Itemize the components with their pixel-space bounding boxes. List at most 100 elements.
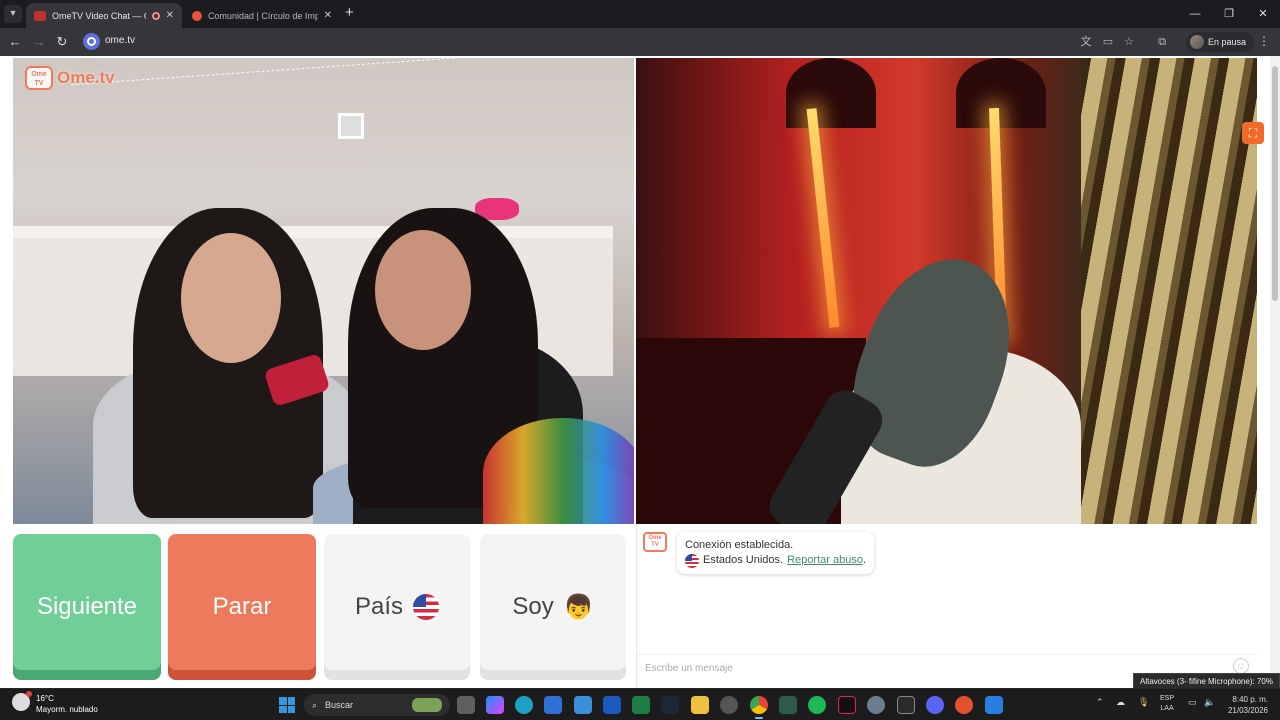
weather-desc: Mayorm. nublado bbox=[36, 705, 98, 714]
photos-icon[interactable] bbox=[574, 696, 592, 714]
ometv-avatar-icon: Ome TV bbox=[643, 532, 667, 552]
neon-light bbox=[806, 108, 840, 328]
tab-comunidad[interactable]: Comunidad | Círculo de Import ✕ bbox=[184, 3, 340, 28]
more-options-icon[interactable]: ⋮ bbox=[1258, 34, 1270, 48]
onedrive-icon[interactable]: ☁ bbox=[1116, 697, 1125, 708]
copilot-icon[interactable] bbox=[486, 696, 504, 714]
ometv-logo-icon: Ome TV bbox=[25, 66, 53, 90]
us-flag-icon bbox=[685, 553, 699, 568]
lang-top: ESP bbox=[1160, 695, 1175, 702]
tab-search-icon[interactable]: ▾ bbox=[4, 5, 22, 23]
person-right-face bbox=[375, 230, 471, 350]
stop-button[interactable]: Parar bbox=[168, 534, 316, 680]
taskbar: 16°C Mayorm. nublado ⌕ Buscar ⌃ ☁ 🎙 ESP … bbox=[0, 688, 1280, 720]
site-info-icon[interactable] bbox=[83, 33, 100, 50]
scrollbar[interactable] bbox=[1270, 56, 1280, 688]
restore-icon[interactable]: ❐ bbox=[1212, 0, 1246, 28]
forward-arrow-icon[interactable]: → bbox=[30, 33, 48, 51]
stranger-video: Ome TV Ome.tv bbox=[13, 58, 634, 524]
reload-icon[interactable]: ↻ bbox=[53, 33, 71, 51]
recording-icon bbox=[151, 11, 160, 20]
next-label: Siguiente bbox=[36, 593, 138, 620]
search-label: Buscar bbox=[325, 700, 354, 710]
weather-temp: 16°C bbox=[36, 694, 54, 703]
self-video bbox=[636, 58, 1257, 524]
store-icon[interactable] bbox=[544, 696, 562, 714]
excel-icon[interactable] bbox=[632, 696, 650, 714]
gender-button[interactable]: Soy 👦 bbox=[480, 534, 626, 680]
cast-icon[interactable]: ▭ bbox=[1100, 34, 1116, 50]
word-icon[interactable] bbox=[603, 696, 621, 714]
defender-shield-icon[interactable] bbox=[985, 696, 1003, 714]
gender-label: Soy bbox=[512, 593, 554, 620]
file-explorer-icon[interactable] bbox=[691, 696, 709, 714]
translate-icon[interactable]: 文 bbox=[1078, 34, 1094, 50]
obs-icon[interactable] bbox=[720, 696, 738, 714]
logo-text: Ome.tv bbox=[57, 68, 115, 87]
system-message: Conexión establecida. Estados Unidos. Re… bbox=[677, 532, 874, 574]
profile-status: En pausa bbox=[1208, 37, 1247, 47]
discord-icon[interactable] bbox=[926, 696, 944, 714]
windows-start-icon[interactable] bbox=[279, 697, 295, 713]
edge-icon[interactable] bbox=[515, 696, 533, 714]
time: 8:40 p. m. bbox=[1232, 695, 1268, 704]
country-button[interactable]: País bbox=[324, 534, 470, 680]
date: 21/03/2026 bbox=[1227, 706, 1268, 715]
stranger-country: Estados Unidos. bbox=[703, 554, 784, 566]
report-abuse-link[interactable]: Reportar abuso bbox=[787, 554, 863, 566]
cloud-icon bbox=[12, 691, 32, 711]
extensions-icon[interactable]: ⧉ bbox=[1154, 34, 1170, 50]
close-icon[interactable]: ✕ bbox=[324, 10, 332, 21]
boy-face-icon: 👦 bbox=[563, 593, 594, 621]
clock[interactable]: 8:40 p. m. 21/03/2026 bbox=[1226, 694, 1268, 716]
palm-silhouette bbox=[786, 58, 876, 128]
steam-icon[interactable] bbox=[661, 696, 679, 714]
chevron-up-icon[interactable]: ⌃ bbox=[1096, 697, 1104, 708]
stop-label: Parar bbox=[212, 593, 272, 620]
url-text: ome.tv bbox=[105, 35, 136, 46]
close-window-icon[interactable]: ✕ bbox=[1246, 0, 1280, 28]
period: . bbox=[862, 554, 866, 566]
new-tab-plus-icon[interactable]: + bbox=[345, 4, 354, 21]
tab-strip: ▾ OmeTV Video Chat — Ome ✕ Comunidad | C… bbox=[0, 0, 1280, 28]
epic-games-icon[interactable] bbox=[897, 696, 915, 714]
weather-widget[interactable]: 16°C Mayorm. nublado bbox=[12, 691, 98, 715]
connection-status: Conexión establecida. bbox=[685, 539, 794, 551]
person-left-face bbox=[181, 233, 281, 363]
chrome-icon[interactable] bbox=[750, 696, 768, 719]
search-icon: ⌕ bbox=[312, 699, 318, 710]
microphone-icon[interactable]: 🎙 bbox=[1138, 697, 1149, 708]
page-content: Ome TV Ome.tv ⛶ Siguiente Parar País Soy… bbox=[0, 56, 1280, 688]
brave-icon[interactable] bbox=[955, 696, 973, 714]
taskbar-search[interactable]: ⌕ Buscar bbox=[304, 694, 450, 716]
scroll-thumb[interactable] bbox=[1272, 66, 1278, 301]
screenshot-icon[interactable]: ⛶ bbox=[1242, 122, 1264, 144]
language-indicator[interactable]: ESP LAA bbox=[1160, 694, 1174, 714]
volume-tooltip: Altavoces (3- fifine Microphone): 70% bbox=[1133, 673, 1280, 689]
settings-gear-icon[interactable] bbox=[867, 696, 885, 714]
site-favicon-icon bbox=[192, 10, 202, 21]
ometv-favicon-icon bbox=[34, 10, 46, 21]
search-highlight-icon bbox=[412, 698, 442, 712]
address-bar[interactable]: ome.tv bbox=[78, 30, 1148, 54]
back-arrow-icon[interactable]: ← bbox=[6, 33, 24, 51]
wall-photo bbox=[338, 113, 364, 139]
app-icon[interactable] bbox=[779, 696, 797, 714]
tab-title: Comunidad | Círculo de Import bbox=[208, 10, 318, 21]
emoji-icon[interactable]: ☺ bbox=[1233, 658, 1249, 674]
profile-button[interactable]: En pausa bbox=[1186, 32, 1255, 52]
ometv-logo: Ome TV Ome.tv bbox=[25, 66, 115, 90]
spotify-icon[interactable] bbox=[808, 696, 826, 714]
us-flag-icon bbox=[413, 594, 440, 620]
string-lights bbox=[71, 58, 595, 155]
network-icon[interactable]: ▭ bbox=[1188, 697, 1197, 708]
tiktok-icon[interactable] bbox=[838, 696, 856, 714]
task-view-icon[interactable] bbox=[457, 696, 475, 714]
minimize-icon[interactable]: — bbox=[1178, 0, 1212, 28]
curtain bbox=[1081, 58, 1257, 524]
tab-ometv[interactable]: OmeTV Video Chat — Ome ✕ bbox=[26, 3, 182, 28]
bookmark-star-icon[interactable]: ☆ bbox=[1121, 34, 1137, 50]
speaker-icon[interactable]: 🔈 bbox=[1204, 697, 1215, 708]
next-button[interactable]: Siguiente bbox=[13, 534, 161, 680]
close-icon[interactable]: ✕ bbox=[166, 10, 174, 21]
